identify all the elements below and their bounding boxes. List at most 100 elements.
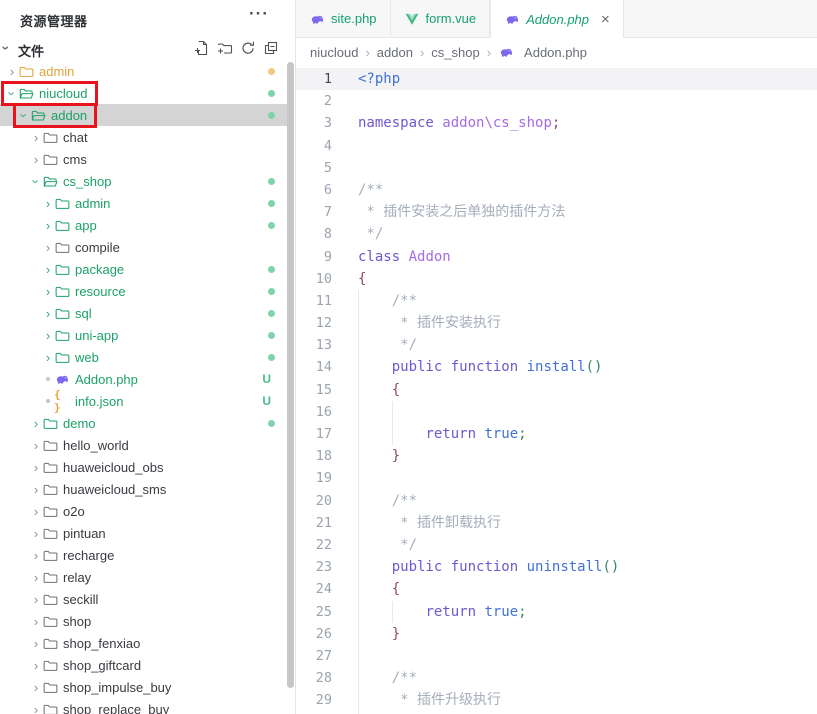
modified-dot-icon	[42, 399, 54, 403]
indent-guide	[358, 623, 359, 645]
tree-item-admin[interactable]: ›admin	[0, 60, 287, 82]
code-line-28[interactable]: 28 /**	[296, 667, 817, 689]
tab-label: Addon.php	[526, 12, 589, 27]
code-line-2[interactable]: 2	[296, 90, 817, 112]
code-line-20[interactable]: 20 /**	[296, 490, 817, 512]
code-line-7[interactable]: 7 * 插件安装之后单独的插件方法	[296, 201, 817, 223]
breadcrumb-item-Addon.php[interactable]: Addon.php	[498, 45, 587, 60]
code-line-16[interactable]: 16	[296, 401, 817, 423]
tree-item-Addon.php[interactable]: Addon.phpU	[0, 368, 287, 390]
tree-item-cs_shop[interactable]: ›cs_shop	[0, 170, 287, 192]
code-line-27[interactable]: 27	[296, 645, 817, 667]
code-text: {	[358, 578, 400, 600]
tree-item-shop_fenxiao[interactable]: ›shop_fenxiao	[0, 632, 287, 654]
code-line-6[interactable]: 6/**	[296, 179, 817, 201]
code-line-22[interactable]: 22 */	[296, 534, 817, 556]
tree-item-chat[interactable]: ›chat	[0, 126, 287, 148]
breadcrumb-item-niucloud[interactable]: niucloud	[310, 45, 358, 60]
code-line-24[interactable]: 24 {	[296, 578, 817, 600]
tree-item-label: cms	[63, 152, 87, 167]
tree-item-package[interactable]: ›package	[0, 258, 287, 280]
chevron-collapsed-icon: ›	[30, 549, 42, 562]
refresh-icon[interactable]	[240, 40, 256, 56]
new-folder-icon[interactable]	[217, 40, 233, 56]
code-line-19[interactable]: 19	[296, 467, 817, 489]
code-text: /**	[358, 179, 383, 201]
tree-item-recharge[interactable]: ›recharge	[0, 544, 287, 566]
tree-item-label: chat	[63, 130, 88, 145]
tree-item-admin[interactable]: ›admin	[0, 192, 287, 214]
tree-item-compile[interactable]: ›compile	[0, 236, 287, 258]
tree-item-sql[interactable]: ›sql	[0, 302, 287, 324]
code-line-18[interactable]: 18 }	[296, 445, 817, 467]
tree-item-huaweicloud_sms[interactable]: ›huaweicloud_sms	[0, 478, 287, 500]
tree-item-web[interactable]: ›web	[0, 346, 287, 368]
chevron-collapsed-icon: ›	[30, 571, 42, 584]
tree-item-shop[interactable]: ›shop	[0, 610, 287, 632]
tree-item-uni-app[interactable]: › uni-app	[0, 324, 287, 346]
more-actions-icon[interactable]: ···	[249, 4, 269, 24]
files-section-header[interactable]: › 文件	[0, 38, 295, 62]
folder-icon	[42, 460, 58, 475]
code-view[interactable]: 1<?php23namespace addon\cs_shop;456/**7 …	[296, 66, 817, 714]
code-line-3[interactable]: 3namespace addon\cs_shop;	[296, 112, 817, 134]
code-line-14[interactable]: 14 public function install()	[296, 356, 817, 378]
code-line-5[interactable]: 5	[296, 157, 817, 179]
line-number: 29	[296, 689, 332, 711]
tab-site.php[interactable]: site.php	[296, 0, 391, 37]
code-line-29[interactable]: 29 * 插件升级执行	[296, 689, 817, 711]
code-line-15[interactable]: 15 {	[296, 379, 817, 401]
code-text: class Addon	[358, 246, 451, 268]
tree-item-shop_impulse_buy[interactable]: ›shop_impulse_buy	[0, 676, 287, 698]
tree-item-shop_giftcard[interactable]: ›shop_giftcard	[0, 654, 287, 676]
collapse-all-icon[interactable]	[263, 40, 279, 56]
chevron-collapsed-icon: ›	[42, 241, 54, 254]
line-number: 14	[296, 356, 332, 378]
tree-item-label: uni-app	[75, 328, 118, 343]
changes-dot-badge	[268, 200, 275, 207]
tree-item-info.json[interactable]: { }info.jsonU	[0, 390, 287, 412]
chevron-collapsed-icon: ›	[42, 329, 54, 342]
tree-item-shop_replace_buy[interactable]: ›shop_replace_buy	[0, 698, 287, 714]
breadcrumb: niucloud›addon›cs_shop›Addon.php	[296, 38, 817, 66]
tree-item-demo[interactable]: ›demo	[0, 412, 287, 434]
code-line-8[interactable]: 8 */	[296, 223, 817, 245]
sidebar-scrollbar[interactable]	[287, 62, 294, 688]
code-line-25[interactable]: 25 return true;	[296, 601, 817, 623]
git-untracked-badge: U	[262, 394, 271, 408]
code-line-13[interactable]: 13 */	[296, 334, 817, 356]
indent-guide	[358, 645, 359, 667]
breadcrumb-item-addon[interactable]: addon	[377, 45, 413, 60]
new-file-icon[interactable]	[194, 40, 210, 56]
tree-item-seckill[interactable]: ›seckill	[0, 588, 287, 610]
code-line-10[interactable]: 10{	[296, 268, 817, 290]
chevron-collapsed-icon: ›	[30, 593, 42, 606]
tree-item-huaweicloud_obs[interactable]: ›huaweicloud_obs	[0, 456, 287, 478]
tree-item-o2o[interactable]: ›o2o	[0, 500, 287, 522]
tab-form.vue[interactable]: form.vue	[391, 0, 491, 37]
code-line-23[interactable]: 23 public function uninstall()	[296, 556, 817, 578]
tree-item-resource[interactable]: ›resource	[0, 280, 287, 302]
code-line-17[interactable]: 17 return true;	[296, 423, 817, 445]
tree-item-cms[interactable]: ›cms	[0, 148, 287, 170]
code-line-26[interactable]: 26 }	[296, 623, 817, 645]
line-number: 22	[296, 534, 332, 556]
code-line-11[interactable]: 11 /**	[296, 290, 817, 312]
code-line-4[interactable]: 4	[296, 135, 817, 157]
explorer-header: 资源管理器 ···	[0, 0, 295, 38]
breadcrumb-item-cs_shop[interactable]: cs_shop	[431, 45, 479, 60]
tree-item-hello_world[interactable]: ›hello_world	[0, 434, 287, 456]
tree-item-niucloud[interactable]: ›niucloud	[0, 82, 287, 104]
code-line-12[interactable]: 12 * 插件安装执行	[296, 312, 817, 334]
code-line-9[interactable]: 9class Addon	[296, 246, 817, 268]
tree-item-pintuan[interactable]: ›pintuan	[0, 522, 287, 544]
tab-Addon.php[interactable]: Addon.php ×	[490, 0, 624, 38]
code-line-21[interactable]: 21 * 插件卸载执行	[296, 512, 817, 534]
tree-item-relay[interactable]: ›relay	[0, 566, 287, 588]
chevron-collapsed-icon: ›	[42, 219, 54, 232]
tree-item-app[interactable]: ›app	[0, 214, 287, 236]
code-line-1[interactable]: 1<?php	[296, 68, 817, 90]
close-icon[interactable]: ×	[601, 12, 610, 27]
tree-item-addon[interactable]: ›addon	[0, 104, 287, 126]
folder-icon	[42, 130, 58, 145]
